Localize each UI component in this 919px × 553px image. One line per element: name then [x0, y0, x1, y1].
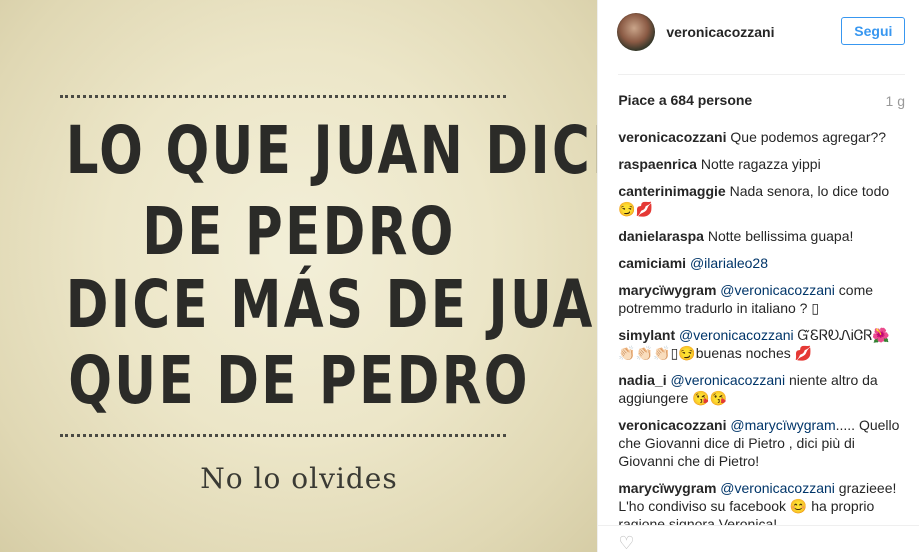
likes-count[interactable]: Piace a 684 persone [618, 92, 752, 108]
post-image[interactable]: LO QUE JUAN DICE DE PEDRO DICE MÁS DE JU… [0, 0, 598, 552]
comment-mention[interactable]: @marycïwygram [730, 417, 835, 433]
comment-item: nadia_i @veronicacozzani niente altro da… [618, 371, 907, 407]
comment-mention[interactable]: @ilarialeo28 [690, 255, 768, 271]
comment-text: Notte ragazza yippi [700, 156, 821, 172]
image-signature: No lo olvides [200, 462, 398, 495]
comment-username[interactable]: danielaraspa [618, 228, 704, 244]
comment-item: veronicacozzani Que podemos agregar?? [618, 128, 907, 146]
comment-item: marycïwygram @veronicacozzani grazieee! … [618, 479, 907, 528]
avatar[interactable] [617, 13, 656, 51]
follow-button[interactable]: Segui [841, 17, 906, 45]
comment-item: camiciami @ilarialeo28 [618, 254, 907, 272]
instagram-post: LO QUE JUAN DICE DE PEDRO DICE MÁS DE JU… [0, 0, 919, 552]
quote-line-2: DE PEDRO [142, 193, 456, 270]
comment-username[interactable]: marycïwygram [618, 282, 716, 298]
comment-username[interactable]: marycïwygram [618, 480, 716, 496]
dotted-divider-top [60, 95, 506, 98]
post-header: veronicacozzani Segui [598, 0, 919, 66]
comment-username[interactable]: veronicacozzani [618, 417, 726, 433]
quote-line-1: LO QUE JUAN DICE [65, 112, 598, 189]
comments-list[interactable]: veronicacozzani Que podemos agregar?? ras… [618, 128, 907, 528]
author-username[interactable]: veronicacozzani [666, 24, 774, 40]
post-timestamp[interactable]: 1 g [886, 93, 905, 109]
actions-bar: ♡ [598, 525, 919, 552]
comment-mention[interactable]: @veronicacozzani [720, 282, 835, 298]
comment-item: simylant @veronicacozzani ᏳᏋᏒᎧᏁᎥᏣᏒ🌺 👏🏻👏🏻… [618, 326, 907, 362]
comment-mention[interactable]: @veronicacozzani [720, 480, 835, 496]
header-divider [618, 74, 905, 75]
dotted-divider-bottom [60, 434, 506, 437]
comment-mention[interactable]: @veronicacozzani [670, 372, 785, 388]
comment-item: marycïwygram @veronicacozzani come potre… [618, 281, 907, 317]
comment-username[interactable]: canterinimaggie [618, 183, 725, 199]
comment-item: canterinimaggie Nada senora, lo dice tod… [618, 182, 907, 218]
comment-username[interactable]: simylant [618, 327, 675, 343]
comment-username[interactable]: camiciami [618, 255, 686, 271]
comment-username[interactable]: nadia_i [618, 372, 666, 388]
comment-mention[interactable]: @veronicacozzani [679, 327, 794, 343]
comment-item: danielaraspa Notte bellissima guapa! [618, 227, 907, 245]
heart-icon[interactable]: ♡ [618, 534, 636, 552]
comment-text: Notte bellissima guapa! [707, 228, 854, 244]
comment-item: raspaenrica Notte ragazza yippi [618, 155, 907, 173]
comment-text: Que podemos agregar?? [730, 129, 887, 145]
quote-line-4: QUE DE PEDRO [68, 342, 530, 419]
comment-username[interactable]: veronicacozzani [618, 129, 726, 145]
post-sidebar: veronicacozzani Segui Piace a 684 person… [597, 0, 919, 552]
comment-username[interactable]: raspaenrica [618, 156, 697, 172]
comment-item: veronicacozzani @marycïwygram..... Quell… [618, 416, 907, 470]
quote-line-3: DICE MÁS DE JUAN [65, 266, 598, 343]
